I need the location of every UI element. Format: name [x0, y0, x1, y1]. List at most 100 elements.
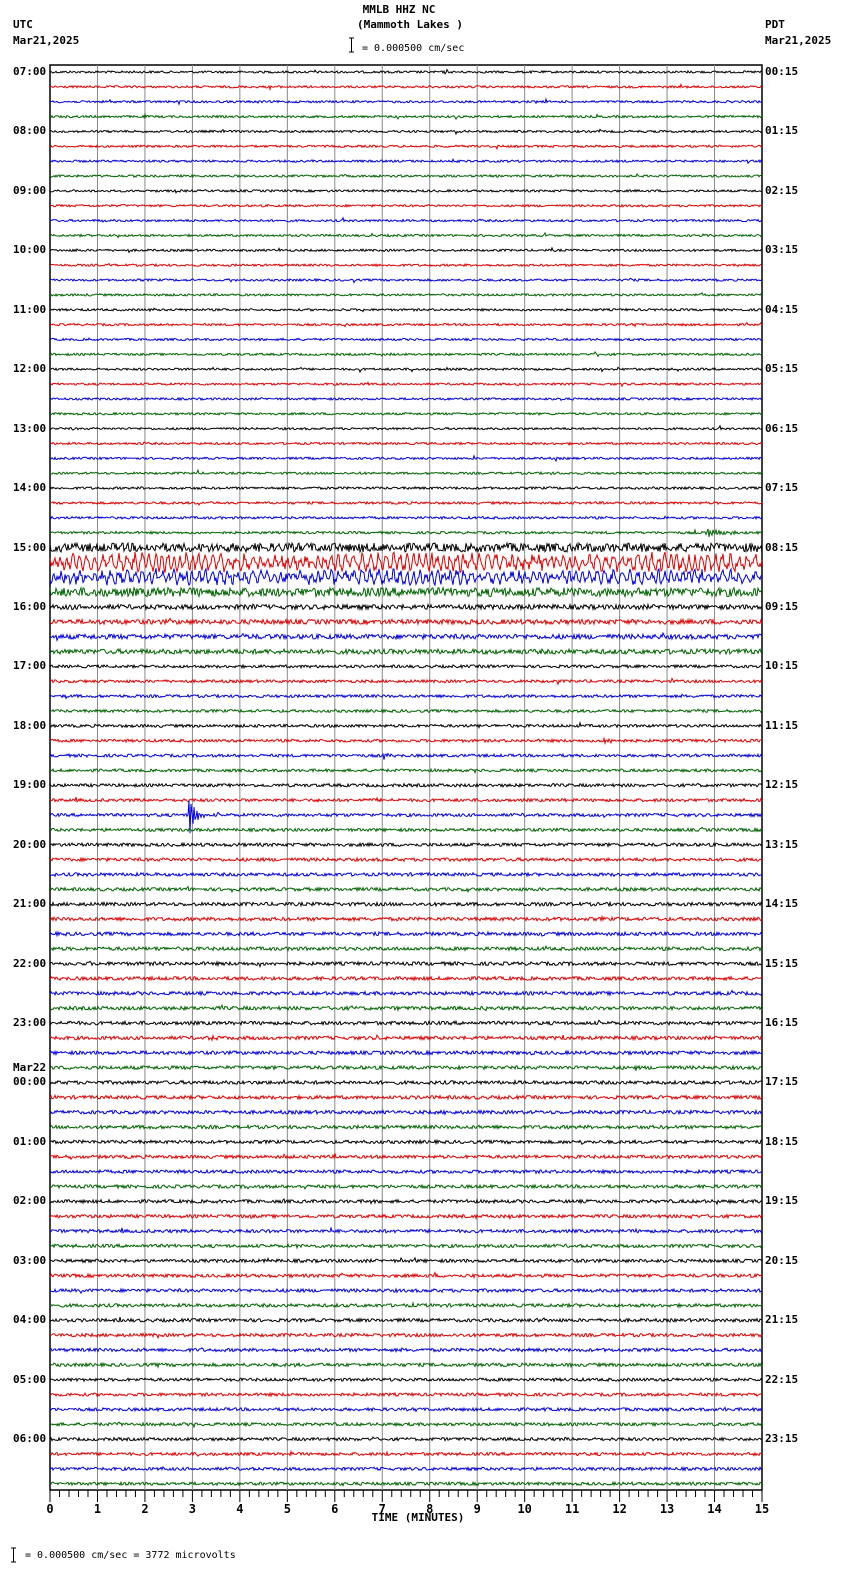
- trace-59: [50, 946, 762, 950]
- pdt-hour-label: 13:15: [765, 839, 798, 851]
- trace-74: [50, 1170, 762, 1174]
- trace-53: [50, 858, 762, 861]
- utc-hour-label: 16:00: [13, 601, 46, 613]
- x-tick-label: 3: [189, 1502, 196, 1516]
- pdt-hour-label: 23:15: [765, 1433, 798, 1445]
- trace-80: [50, 1258, 762, 1263]
- trace-0: [50, 70, 762, 74]
- utc-hour-label: 09:00: [13, 185, 46, 197]
- trace-95: [50, 1482, 762, 1486]
- trace-87: [50, 1363, 762, 1367]
- pdt-hour-label: 00:15: [765, 66, 798, 78]
- x-tick-label: 5: [284, 1502, 291, 1516]
- trace-47: [50, 769, 762, 773]
- trace-77: [50, 1215, 762, 1219]
- trace-93: [50, 1452, 762, 1457]
- trace-44: [50, 723, 762, 728]
- pdt-hour-label: 08:15: [765, 542, 798, 554]
- pdt-hour-label: 10:15: [765, 660, 798, 672]
- trace-86: [50, 1348, 762, 1352]
- trace-26: [50, 456, 762, 461]
- x-tick-label: 11: [565, 1502, 579, 1516]
- pdt-hour-label: 02:15: [765, 185, 798, 197]
- trace-57: [50, 917, 762, 921]
- pdt-hour-label: 07:15: [765, 482, 798, 494]
- pdt-hour-label: 11:15: [765, 720, 798, 732]
- trace-75: [50, 1185, 762, 1189]
- trace-55: [50, 887, 762, 892]
- utc-hour-label: 11:00: [13, 304, 46, 316]
- trace-51: [50, 827, 762, 831]
- trace-63: [50, 1005, 762, 1010]
- utc-hour-label: 03:00: [13, 1255, 46, 1267]
- x-tick-label: 7: [379, 1502, 386, 1516]
- trace-61: [50, 977, 762, 981]
- trace-78: [50, 1228, 762, 1234]
- trace-24: [50, 426, 762, 430]
- trace-48: [50, 784, 762, 787]
- pdt-hour-label: 09:15: [765, 601, 798, 613]
- x-tick-label: 13: [660, 1502, 674, 1516]
- pdt-hour-label: 20:15: [765, 1255, 798, 1267]
- x-tick-label: 14: [707, 1502, 721, 1516]
- utc-hour-label: 01:00: [13, 1136, 46, 1148]
- trace-76: [50, 1199, 762, 1204]
- utc-hour-label: 10:00: [13, 244, 46, 256]
- scale-bar-icon: [349, 38, 354, 52]
- trace-30: [50, 516, 762, 519]
- trace-14: [50, 279, 762, 283]
- x-tick-label: 6: [331, 1502, 338, 1516]
- trace-39: [50, 649, 762, 654]
- trace-81: [50, 1273, 762, 1278]
- pdt-hour-label: 12:15: [765, 779, 798, 791]
- trace-69: [50, 1095, 762, 1099]
- trace-84: [50, 1317, 762, 1322]
- trace-90: [50, 1408, 762, 1412]
- x-tick-label: 4: [236, 1502, 243, 1516]
- pdt-hour-label: 18:15: [765, 1136, 798, 1148]
- trace-72: [50, 1140, 762, 1144]
- x-tick-label: 15: [755, 1502, 769, 1516]
- trace-1: [50, 84, 762, 89]
- trace-16: [50, 308, 762, 311]
- trace-50: [50, 801, 762, 833]
- trace-27: [50, 470, 762, 474]
- x-tick-label: 10: [517, 1502, 531, 1516]
- trace-65: [50, 1035, 762, 1040]
- trace-11: [50, 233, 762, 238]
- trace-12: [50, 248, 762, 253]
- trace-64: [50, 1020, 762, 1025]
- trace-38: [50, 633, 762, 640]
- trace-37: [50, 619, 762, 625]
- trace-28: [50, 487, 762, 490]
- pdt-hour-label: 19:15: [765, 1195, 798, 1207]
- pdt-hour-label: 01:15: [765, 125, 798, 137]
- trace-17: [50, 323, 762, 327]
- pdt-hour-label: 04:15: [765, 304, 798, 316]
- trace-29: [50, 502, 762, 505]
- trace-41: [50, 678, 762, 684]
- trace-68: [50, 1080, 762, 1084]
- trace-83: [50, 1303, 762, 1307]
- trace-31: [50, 529, 762, 537]
- utc-hour-label: 00:00: [13, 1076, 46, 1088]
- trace-21: [50, 382, 762, 386]
- trace-10: [50, 218, 762, 222]
- pdt-hour-label: 22:15: [765, 1374, 798, 1386]
- x-tick-label: 0: [46, 1502, 53, 1516]
- trace-36: [50, 604, 762, 609]
- trace-4: [50, 129, 762, 134]
- trace-52: [50, 843, 762, 846]
- trace-71: [50, 1125, 762, 1129]
- pdt-hour-label: 06:15: [765, 423, 798, 435]
- utc-hour-label: 07:00: [13, 66, 46, 78]
- trace-67: [50, 1066, 762, 1071]
- trace-60: [50, 961, 762, 966]
- trace-45: [50, 739, 762, 744]
- trace-34: [50, 568, 762, 585]
- trace-91: [50, 1422, 762, 1427]
- trace-94: [50, 1467, 762, 1470]
- trace-92: [50, 1437, 762, 1441]
- trace-66: [50, 1051, 762, 1055]
- utc-hour-label: 19:00: [13, 779, 46, 791]
